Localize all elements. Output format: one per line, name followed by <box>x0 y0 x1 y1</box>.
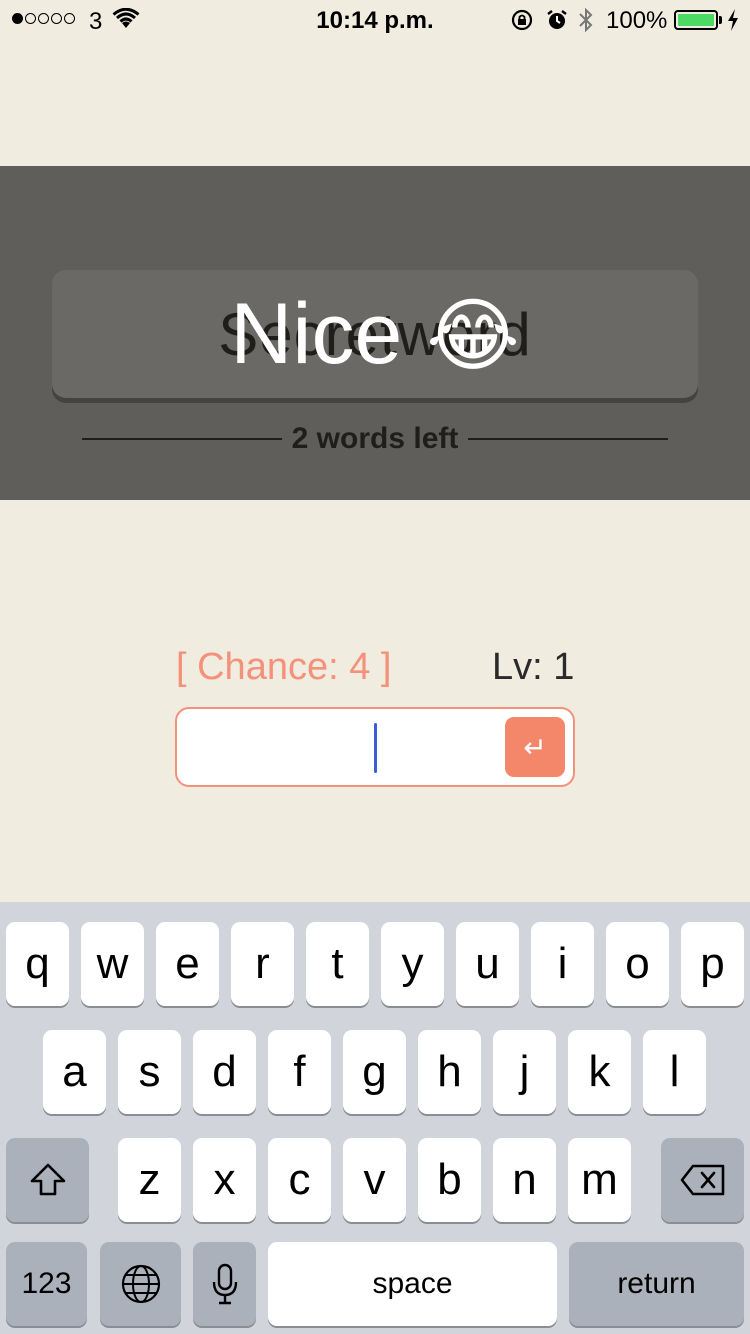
microphone-icon <box>212 1263 237 1305</box>
key-n[interactable]: n <box>493 1138 556 1222</box>
level-indicator: Lv: 1 <box>492 646 575 688</box>
key-b[interactable]: b <box>418 1138 481 1222</box>
status-bar: 3 10:14 p.m. 100% <box>0 0 750 40</box>
shift-icon <box>30 1163 65 1196</box>
key-f[interactable]: f <box>268 1030 331 1114</box>
key-s[interactable]: s <box>118 1030 181 1114</box>
feedback-message-text: Nice <box>230 286 403 382</box>
key-g[interactable]: g <box>343 1030 406 1114</box>
text-cursor <box>374 723 377 773</box>
key-e[interactable]: e <box>156 922 219 1006</box>
numbers-key[interactable]: 123 <box>6 1242 87 1326</box>
return-arrow-icon: ↵ <box>523 731 547 763</box>
key-c[interactable]: c <box>268 1138 331 1222</box>
key-k[interactable]: k <box>568 1030 631 1114</box>
on-screen-keyboard: q w e r t y u i o p a s d f g h j k l z … <box>0 902 750 1334</box>
backspace-icon <box>680 1164 724 1196</box>
feedback-overlay: Secretword Nice 😂 2 words left <box>0 166 750 500</box>
chance-counter: [ Chance: 4 ] <box>176 646 392 688</box>
key-q[interactable]: q <box>6 922 69 1006</box>
battery-percent: 100% <box>606 7 668 34</box>
key-u[interactable]: u <box>456 922 519 1006</box>
answer-input[interactable]: ↵ <box>175 707 575 787</box>
key-o[interactable]: o <box>606 922 669 1006</box>
divider-line-right <box>468 438 669 440</box>
key-p[interactable]: p <box>681 922 744 1006</box>
bluetooth-icon <box>578 7 594 38</box>
key-t[interactable]: t <box>306 922 369 1006</box>
laughing-emoji-icon: 😂 <box>426 291 520 380</box>
words-left-label: 2 words left <box>291 422 459 455</box>
submit-button[interactable]: ↵ <box>505 717 565 777</box>
key-h[interactable]: h <box>418 1030 481 1114</box>
globe-key[interactable] <box>100 1242 181 1326</box>
backspace-key[interactable] <box>661 1138 744 1222</box>
key-d[interactable]: d <box>193 1030 256 1114</box>
key-r[interactable]: r <box>231 922 294 1006</box>
key-l[interactable]: l <box>643 1030 706 1114</box>
key-i[interactable]: i <box>531 922 594 1006</box>
battery-icon <box>674 10 718 30</box>
words-left-divider: 2 words left <box>82 422 669 456</box>
key-y[interactable]: y <box>381 922 444 1006</box>
return-key[interactable]: return <box>569 1242 744 1326</box>
dictation-key[interactable] <box>193 1242 256 1326</box>
space-key[interactable]: space <box>268 1242 557 1326</box>
alarm-icon <box>545 9 569 36</box>
globe-icon <box>121 1264 160 1304</box>
key-m[interactable]: m <box>568 1138 631 1222</box>
divider-line-left <box>82 438 282 440</box>
charging-bolt-icon <box>727 9 739 36</box>
key-z[interactable]: z <box>118 1138 181 1222</box>
rotation-lock-icon <box>510 9 534 36</box>
key-v[interactable]: v <box>343 1138 406 1222</box>
key-a[interactable]: a <box>43 1030 106 1114</box>
key-w[interactable]: w <box>81 922 144 1006</box>
feedback-message: Nice 😂 <box>0 284 750 386</box>
shift-key[interactable] <box>6 1138 89 1222</box>
key-x[interactable]: x <box>193 1138 256 1222</box>
key-j[interactable]: j <box>493 1030 556 1114</box>
